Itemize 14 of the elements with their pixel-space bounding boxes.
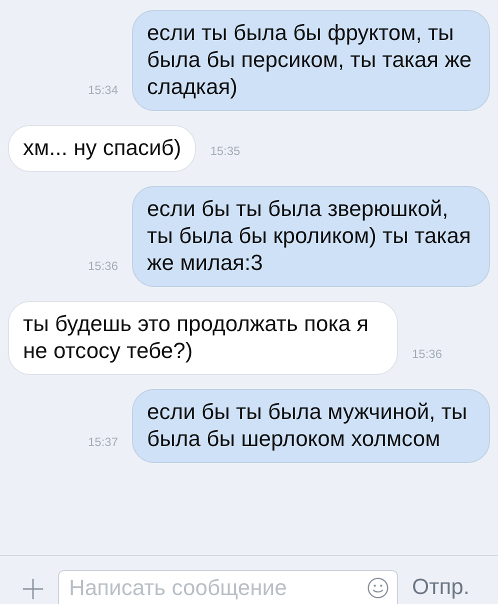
- message-time: 15:36: [88, 259, 118, 273]
- message-input-field[interactable]: Написать сообщение: [58, 570, 398, 604]
- smiley-icon[interactable]: [367, 576, 389, 598]
- send-button[interactable]: Отпр.: [412, 574, 470, 604]
- message-time: 15:36: [412, 347, 442, 361]
- plus-icon[interactable]: [22, 578, 44, 600]
- message-time: 15:34: [88, 83, 118, 97]
- sent-message: если бы ты была мужчиной, ты была бы шерлоком холмсом: [132, 389, 490, 463]
- message-time: 15:35: [210, 144, 240, 158]
- received-message: ты будешь это продолжать пока я не отсосу тебе?): [8, 301, 398, 375]
- sent-message: если ты была бы фруктом, ты была бы персиком, ты такая же сладкая): [132, 10, 490, 111]
- message-time: 15:37: [88, 435, 118, 449]
- received-message: хм... ну спасиб): [8, 125, 196, 172]
- sent-message: если бы ты была зверюшкой, ты была бы кроликом) ты такая же милая:3: [132, 186, 490, 287]
